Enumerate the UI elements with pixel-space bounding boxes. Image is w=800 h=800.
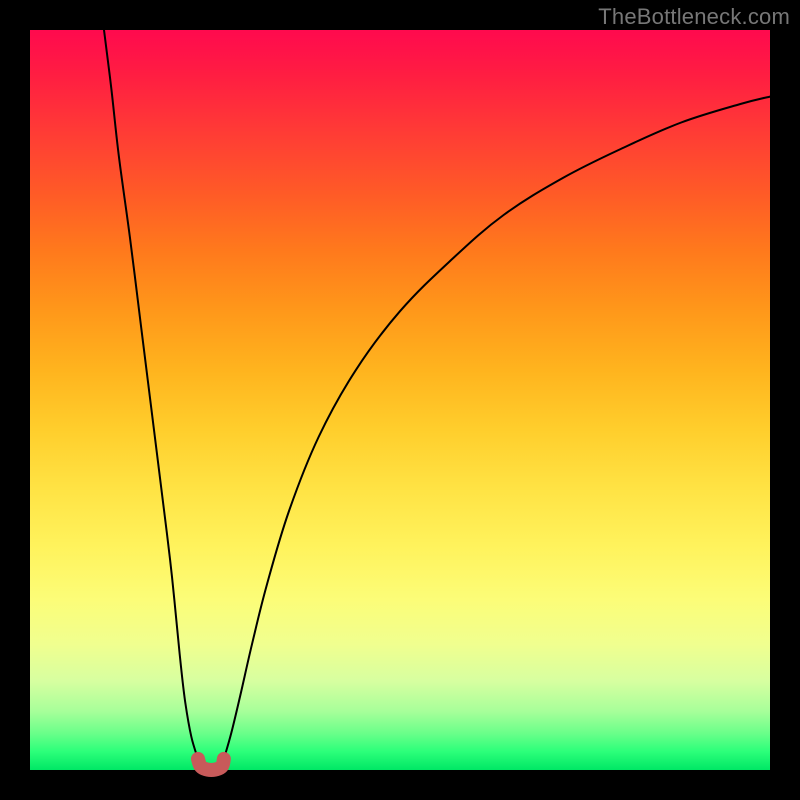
optimal-marker: [198, 759, 224, 770]
chart-outer: TheBottleneck.com: [0, 0, 800, 800]
curve-right-branch: [224, 97, 770, 759]
curve-left-branch: [104, 30, 198, 759]
attribution-text: TheBottleneck.com: [598, 4, 790, 30]
chart-svg: [30, 30, 770, 770]
plot-area: [30, 30, 770, 770]
